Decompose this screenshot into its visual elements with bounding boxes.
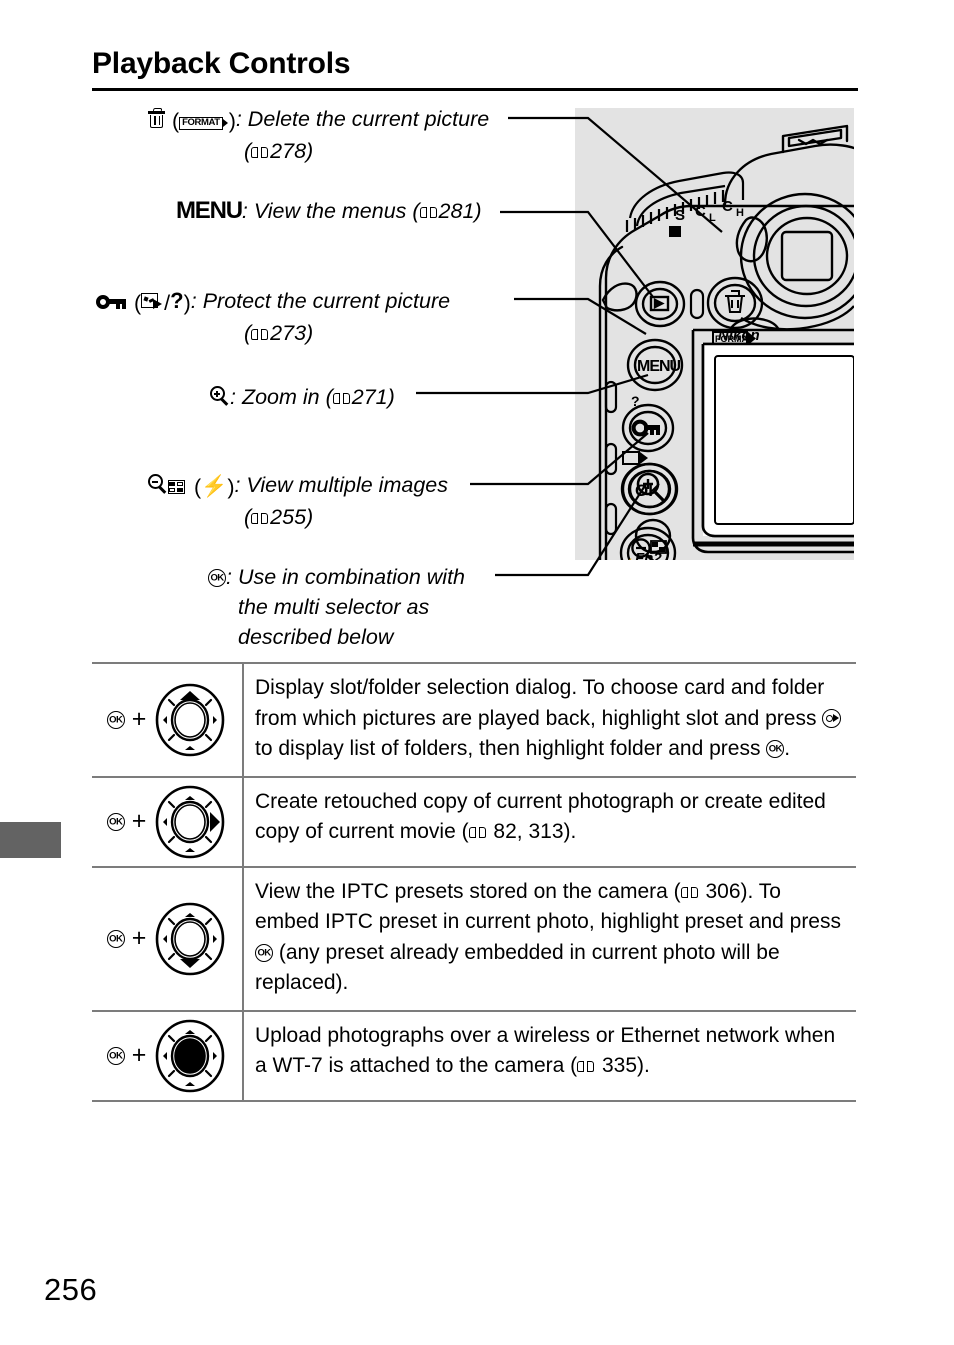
book-icon [419, 206, 437, 219]
row4-text-a: Upload photographs over a wireless or Et… [255, 1023, 836, 1078]
row-description-cell: Upload photographs over a wireless or Et… [244, 1012, 856, 1100]
svg-text:S: S [675, 207, 685, 224]
svg-text:C: C [695, 203, 706, 220]
callout-thumbnails: (⚡): View multiple images (255) [148, 470, 448, 532]
callout-protect: (/?): Protect the current picture (273) [96, 286, 450, 348]
callout-delete: (FORMAT): Delete the current picture (27… [148, 104, 489, 166]
menu-word-icon: MENU [176, 197, 243, 224]
multi-selector-right-icon [822, 708, 842, 728]
svg-text:⚡: ⚡ [619, 558, 635, 560]
row1-text-b: to display list of folders, then highlig… [255, 737, 767, 760]
plus-sign: + [131, 1041, 147, 1069]
thumbnail-grid-icon [167, 480, 185, 494]
book-icon [251, 512, 269, 525]
row1-text-c: . [784, 737, 791, 760]
svg-text:?: ? [631, 393, 640, 409]
flash-icon: ⚡ [201, 475, 228, 498]
callout-ok: : Use in combination with the multi sele… [208, 562, 465, 652]
svg-text:C: C [722, 198, 733, 215]
multi-selector-right-icon [153, 785, 227, 859]
retouch-icon [141, 293, 164, 310]
row-control-cell: + [92, 777, 244, 866]
book-icon [577, 1060, 595, 1073]
row-control-cell: + [92, 664, 244, 776]
ok-button-icon [106, 929, 125, 948]
page-number: 256 [44, 1272, 98, 1307]
zoom-out-thumbnails-icon [148, 474, 167, 494]
svg-text:OK: OK [635, 481, 661, 500]
svg-text:Fn2: Fn2 [635, 550, 662, 560]
svg-text:L: L [709, 212, 716, 224]
row1-text-a: Display slot/folder selection dialog. To… [255, 676, 825, 730]
zoom-in-icon [210, 386, 229, 406]
format-icon: FORMAT [179, 116, 228, 130]
playback-controls-table: + Display slot/folder selec [92, 662, 856, 1102]
multi-selector-center-icon [153, 1019, 227, 1093]
ok-icon [766, 740, 785, 758]
table-row: + View the IPTC presets sto [92, 865, 856, 1010]
table-row: + Upload photographs over a [92, 1009, 856, 1102]
title-underline-rule [92, 88, 858, 91]
trash-icon [148, 108, 165, 128]
row-control-cell: + [92, 867, 244, 1010]
row-description-cell: Display slot/folder selection dialog. To… [244, 664, 856, 776]
callout-thumbnails-text: : View multiple images [234, 473, 448, 497]
page-title: Playback Controls [92, 47, 351, 80]
callout-zoom-in: : Zoom in (271) [210, 382, 395, 412]
row-description-cell: View the IPTC presets stored on the came… [244, 868, 856, 1010]
ok-icon [255, 943, 273, 962]
book-icon [251, 146, 269, 159]
ok-button-icon [208, 569, 226, 587]
callout-thumbnails-ref: (255) [244, 505, 314, 529]
callout-ok-text-line2: the multi selector as [238, 595, 430, 619]
question-mark-icon: ? [170, 288, 184, 313]
book-icon [332, 392, 350, 405]
table-row: + Create retouched copy of [92, 775, 856, 866]
multi-selector-down-icon [153, 902, 227, 976]
plus-sign: + [131, 705, 147, 734]
plus-sign: + [131, 807, 147, 835]
svg-text:Nikon: Nikon [718, 327, 760, 344]
book-icon [251, 328, 269, 341]
margin-thumb-tab [0, 822, 61, 858]
callout-protect-text: : Protect the current picture [190, 289, 451, 313]
ok-button-icon [106, 1046, 125, 1065]
callout-delete-ref: (278) [244, 139, 314, 163]
camera-back-illustration: S C L C H FORMAT MENU ? OK Fn2 Nikon [575, 108, 854, 560]
ok-button-icon [106, 710, 125, 729]
callout-ok-text: : Use in combination with [226, 565, 465, 589]
row2-text-b: 82, 313). [487, 820, 577, 843]
table-row: + Display slot/folder selec [92, 662, 856, 776]
svg-text:MENU: MENU [637, 358, 681, 375]
row4-text-b: 335). [596, 1054, 650, 1077]
callout-menu-text: : View the menus ( [241, 199, 420, 223]
row-control-cell: + [92, 1011, 244, 1100]
callout-zoom-in-text: : Zoom in ( [230, 385, 333, 409]
plus-sign: + [131, 924, 147, 952]
callout-protect-ref: (273) [244, 321, 314, 345]
key-icon [96, 294, 126, 310]
row-description-cell: Create retouched copy of current photogr… [244, 778, 856, 866]
book-icon [680, 886, 698, 899]
callout-menu: MENU: View the menus (281) [176, 197, 482, 224]
book-icon [468, 826, 486, 839]
callout-ok-text-line3: described below [238, 625, 394, 649]
ok-button-icon [106, 812, 125, 831]
svg-text:H: H [736, 207, 744, 219]
multi-selector-up-icon [153, 683, 227, 757]
row3-text-a: View the IPTC presets stored on the came… [255, 879, 681, 903]
callout-delete-text: : Delete the current picture [235, 107, 490, 131]
row3-text-c: (any preset already embedded in current … [255, 940, 780, 995]
